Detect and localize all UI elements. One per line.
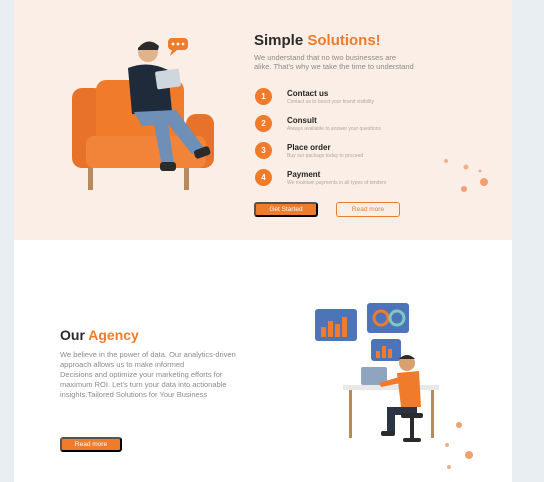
person-at-desk-icon bbox=[315, 303, 473, 469]
agency-title: Our Agency bbox=[60, 327, 139, 343]
read-more-button[interactable]: Read more bbox=[336, 202, 400, 217]
steps-list: 1 Contact us Contact us to boost your br… bbox=[254, 88, 454, 196]
step-title: Place order bbox=[287, 143, 331, 152]
step-subtitle: Always available to answer your question… bbox=[287, 126, 381, 132]
step-title: Consult bbox=[287, 116, 317, 125]
agency-paragraph: We believe in the power of data. Our ana… bbox=[60, 350, 236, 369]
agency-paragraph: Decisions and optimize your marketing ef… bbox=[60, 370, 227, 399]
agency-title-plain: Our bbox=[60, 327, 85, 343]
step-item: 4 Payment We maintain payments in all ty… bbox=[254, 169, 454, 196]
person-in-armchair-icon bbox=[72, 38, 214, 190]
step-item: 2 Consult Always available to answer you… bbox=[254, 115, 454, 142]
hero-section: Simple Solutions! We understand that no … bbox=[14, 0, 512, 240]
step-title: Payment bbox=[287, 170, 321, 179]
decorative-dots-icon bbox=[444, 159, 488, 192]
agency-read-more-button[interactable]: Read more bbox=[60, 437, 122, 452]
get-started-button[interactable]: Get Started bbox=[254, 202, 318, 217]
step-number-badge: 3 bbox=[255, 142, 272, 159]
step-item: 3 Place order Buy our package today to p… bbox=[254, 142, 454, 169]
landing-page: Simple Solutions! We understand that no … bbox=[14, 0, 512, 482]
step-title: Contact us bbox=[287, 89, 329, 98]
step-number-badge: 2 bbox=[255, 115, 272, 132]
step-number-badge: 1 bbox=[255, 88, 272, 105]
step-subtitle: Contact us to boost your brand visibilit… bbox=[287, 99, 374, 105]
hero-title-accent: Solutions! bbox=[307, 32, 381, 49]
hero-title: Simple Solutions! bbox=[254, 32, 381, 49]
step-number-badge: 4 bbox=[255, 169, 272, 186]
step-item: 1 Contact us Contact us to boost your br… bbox=[254, 88, 454, 115]
hero-title-plain: Simple bbox=[254, 32, 304, 49]
agency-description: We believe in the power of data. Our ana… bbox=[60, 350, 245, 400]
agency-title-accent: Agency bbox=[88, 327, 139, 343]
step-subtitle: Buy our package today to proceed bbox=[287, 153, 364, 159]
hero-description: We understand that no two businesses are… bbox=[254, 53, 414, 71]
step-subtitle: We maintain payments in all types of ten… bbox=[287, 180, 387, 186]
